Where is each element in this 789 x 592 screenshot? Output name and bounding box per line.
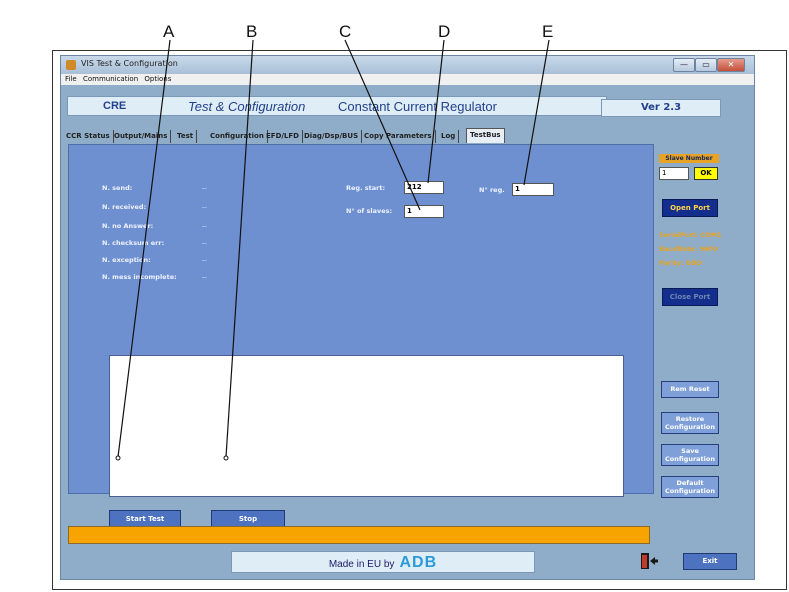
testbus-panel: N. send: -- N. received: -- N. no Answer… <box>68 144 654 528</box>
stat-send-label: N. send: <box>102 184 133 192</box>
exit-button[interactable]: Exit <box>683 553 737 570</box>
stat-exception-value: -- <box>202 256 207 264</box>
parity-status: Parity: ODD <box>659 259 702 267</box>
header-title-rest: Constant Current Regulator <box>338 99 497 114</box>
tab-diag-dsp-bus[interactable]: Diag/Dsp/BUS <box>301 130 363 143</box>
slave-number-spinner[interactable]: 1 <box>659 167 689 180</box>
stat-received-label: N. received: <box>102 203 147 211</box>
close-port-button[interactable]: Close Port <box>662 288 718 306</box>
tab-ccr-status[interactable]: CCR Status <box>63 130 114 143</box>
slave-number-label: Slave Number <box>659 154 719 163</box>
made-in-banner: Made in EU by ADB <box>231 551 535 573</box>
app-icon <box>66 60 76 70</box>
tab-output-mains[interactable]: Output/Mains <box>111 130 172 143</box>
save-configuration-button[interactable]: Save Configuration <box>661 444 719 466</box>
callout-e: E <box>542 22 554 41</box>
default-line1: Default <box>676 479 704 487</box>
serial-port-status: SerialPort: COM1 <box>659 231 722 239</box>
n-slaves-label: N° of slaves: <box>346 207 393 215</box>
output-log-box <box>109 355 624 497</box>
stat-send-value: -- <box>202 184 207 192</box>
tab-testbus[interactable]: TestBus <box>466 128 505 143</box>
open-port-button[interactable]: Open Port <box>662 199 718 217</box>
window-title: VIS Test & Configuration <box>81 59 178 68</box>
close-button[interactable]: ✕ <box>717 58 745 72</box>
header-banner: CRE Test & Configuration Constant Curren… <box>67 96 607 116</box>
restore-line1: Restore <box>675 415 705 423</box>
made-in-text: Made in EU by <box>328 559 395 570</box>
callout-c: C <box>339 22 352 41</box>
restore-configuration-button[interactable]: Restore Configuration <box>661 412 719 434</box>
default-line2: Configuration <box>665 487 715 495</box>
stat-no-answer-label: N. no Answer: <box>102 222 154 230</box>
reg-start-label: Reg. start: <box>346 184 386 192</box>
minimize-button[interactable]: — <box>673 58 695 72</box>
callout-b: B <box>246 22 258 41</box>
cre-label: CRE <box>103 100 127 112</box>
callout-d: D <box>438 22 451 41</box>
n-reg-label: N° reg. <box>479 186 505 194</box>
title-bar: VIS Test & Configuration — ▭ ✕ <box>61 56 754 74</box>
restore-line2: Configuration <box>665 423 715 431</box>
tab-efd-lfd[interactable]: EFD/LFD <box>263 130 303 143</box>
tab-copy-parameters[interactable]: Copy Parameters <box>361 130 436 143</box>
adb-logo: ADB <box>399 554 438 571</box>
n-slaves-input[interactable]: 1 <box>404 205 444 218</box>
status-bar <box>68 526 650 544</box>
version-badge: Ver 2.3 <box>601 99 721 117</box>
tab-test[interactable]: Test <box>174 130 198 143</box>
header-title-italic: Test & Configuration <box>188 99 306 114</box>
rem-reset-button[interactable]: Rem Reset <box>661 381 719 398</box>
exit-door-icon[interactable] <box>639 552 659 570</box>
stat-incomplete-value: -- <box>202 273 207 281</box>
stat-checksum-label: N. checksum err: <box>102 239 165 247</box>
tab-configuration[interactable]: Configuration <box>207 130 268 143</box>
stat-checksum-value: -- <box>202 239 207 247</box>
menu-options[interactable]: Options <box>144 74 171 85</box>
ok-button[interactable]: OK <box>694 167 718 180</box>
maximize-button[interactable]: ▭ <box>695 58 717 72</box>
tab-log[interactable]: Log <box>438 130 460 143</box>
default-configuration-button[interactable]: Default Configuration <box>661 476 719 498</box>
stat-incomplete-label: N. mess incomplete: <box>102 273 177 281</box>
baud-rate-status: BaudRate: 9600 <box>659 245 718 253</box>
menu-file[interactable]: File <box>65 74 77 85</box>
callout-a: A <box>163 22 175 41</box>
stat-exception-label: N. exception: <box>102 256 151 264</box>
n-reg-input[interactable]: 1 <box>512 183 554 196</box>
save-line2: Configuration <box>665 455 715 463</box>
menu-communication[interactable]: Communication <box>83 74 138 85</box>
save-line1: Save <box>681 447 699 455</box>
menu-bar: File Communication Options <box>61 74 754 85</box>
stat-received-value: -- <box>202 203 207 211</box>
app-window: VIS Test & Configuration — ▭ ✕ File Comm… <box>60 55 755 580</box>
stat-no-answer-value: -- <box>202 222 207 230</box>
reg-start-input[interactable]: 212 <box>404 181 444 194</box>
